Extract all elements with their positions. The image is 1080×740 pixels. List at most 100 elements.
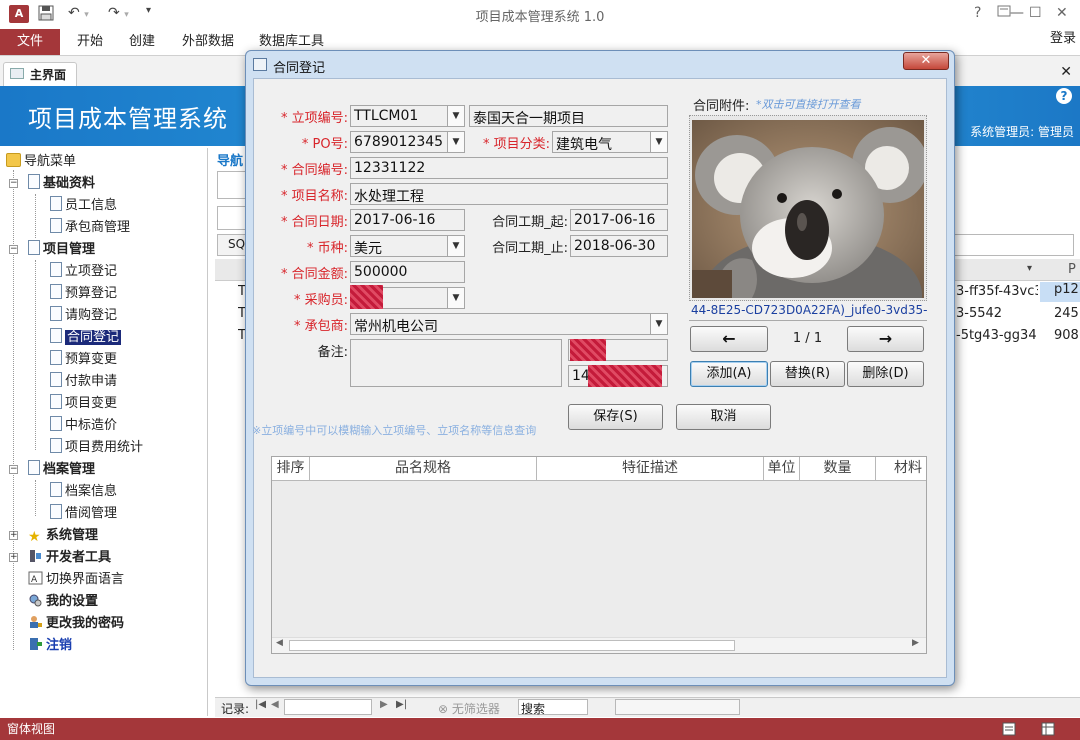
remark-field[interactable]: [350, 339, 562, 387]
delete-attachment-button[interactable]: 删除(D): [847, 361, 924, 387]
bg-cell[interactable]: 3-5542: [956, 306, 1038, 321]
bg-sql-button[interactable]: SQ: [217, 234, 247, 256]
record-number-field[interactable]: [284, 699, 372, 715]
cancel-button[interactable]: 取消: [676, 404, 771, 430]
bg-toolbar-button[interactable]: [217, 171, 247, 199]
attachment-hint: *双击可直接打开查看: [756, 98, 861, 111]
no-filter-button[interactable]: ⊗ 无筛选器: [438, 700, 500, 717]
contract-no-field[interactable]: 12331122: [350, 157, 668, 179]
form-view-icon[interactable]: [1002, 722, 1016, 740]
nav-item-bid-cost[interactable]: 中标造价: [50, 415, 117, 437]
period-start-field[interactable]: 2017-06-16: [570, 209, 668, 231]
grid-header-material[interactable]: 材料: [876, 457, 926, 481]
bg-cell[interactable]: 245: [1054, 306, 1079, 321]
nav-item-employee[interactable]: 员工信息: [50, 195, 117, 217]
scroll-right-icon[interactable]: ▶: [912, 638, 919, 648]
scroll-left-icon[interactable]: ◀: [276, 638, 283, 648]
nav-item-payment-request[interactable]: 付款申请: [50, 371, 117, 393]
nav-item-contract-register[interactable]: 合同登记: [50, 327, 122, 349]
chevron-down-icon[interactable]: ▼: [650, 132, 667, 152]
grid-header-unit[interactable]: 单位: [764, 457, 800, 481]
contractor-combo[interactable]: 常州机电公司 ▼: [350, 313, 668, 335]
period-end-label: 合同工期_止:: [492, 241, 568, 256]
close-window-icon[interactable]: ✕: [1056, 5, 1068, 21]
nav-group-system[interactable]: ★ 系统管理: [28, 525, 98, 547]
close-document-icon[interactable]: ✕: [1060, 64, 1072, 80]
nav-item-change-password[interactable]: 更改我的密码: [28, 613, 124, 635]
chevron-down-icon[interactable]: ▼: [447, 106, 464, 126]
expand-icon[interactable]: +: [9, 531, 18, 540]
bg-col-header[interactable]: P: [1068, 262, 1076, 277]
collapse-icon[interactable]: −: [9, 245, 18, 254]
scroll-thumb[interactable]: [289, 640, 735, 651]
first-record-icon[interactable]: |◀: [255, 699, 266, 710]
last-record-icon[interactable]: ▶|: [396, 699, 407, 710]
nav-group-basic[interactable]: 基础资料: [28, 173, 95, 195]
prev-attachment-button[interactable]: ←: [690, 326, 768, 352]
record-search-input[interactable]: 搜索: [518, 699, 588, 716]
nav-item-archive-info[interactable]: 档案信息: [50, 481, 117, 503]
tab-home[interactable]: 开始: [77, 29, 103, 55]
grid-header-spec[interactable]: 品名规格: [310, 457, 537, 481]
chevron-down-icon[interactable]: ▼: [650, 314, 667, 334]
nav-item-project-register[interactable]: 立项登记: [50, 261, 117, 283]
bg-sort-icon[interactable]: ▾: [1027, 263, 1032, 274]
next-record-icon[interactable]: ▶: [380, 699, 388, 710]
expand-icon[interactable]: +: [9, 553, 18, 562]
bg-cell[interactable]: -5tg43-gg34: [956, 328, 1038, 343]
tab-file[interactable]: 文件: [0, 29, 60, 55]
add-attachment-button[interactable]: 添加(A): [690, 361, 768, 387]
grid-header-seq[interactable]: 排序: [272, 457, 310, 481]
nav-item-logout[interactable]: 注销: [28, 635, 72, 657]
tab-create[interactable]: 创建: [129, 29, 155, 55]
chevron-down-icon[interactable]: ▼: [447, 132, 464, 152]
sign-in-link[interactable]: 登录: [1050, 29, 1076, 49]
currency-combo[interactable]: 美元 ▼: [350, 235, 465, 257]
chevron-down-icon[interactable]: ▼: [447, 288, 464, 308]
nav-item-project-change[interactable]: 项目变更: [50, 393, 117, 415]
period-start-label: 合同工期_起:: [492, 215, 568, 230]
contract-date-field[interactable]: 2017-06-16: [350, 209, 465, 231]
amount-field[interactable]: 500000: [350, 261, 465, 283]
tab-external-data[interactable]: 外部数据: [182, 29, 234, 55]
chevron-down-icon[interactable]: ▼: [447, 236, 464, 256]
help-icon[interactable]: ?: [974, 5, 981, 21]
minimize-icon[interactable]: —: [1004, 5, 1024, 21]
layout-view-icon[interactable]: [1041, 722, 1055, 740]
save-button[interactable]: 保存(S): [568, 404, 663, 430]
nav-group-project[interactable]: 项目管理: [28, 239, 95, 261]
next-attachment-button[interactable]: →: [847, 326, 924, 352]
grid-header-desc[interactable]: 特征描述: [537, 457, 764, 481]
nav-item-budget-register[interactable]: 预算登记: [50, 283, 117, 305]
replace-attachment-button[interactable]: 替换(R): [770, 361, 845, 387]
period-end-field[interactable]: 2018-06-30: [570, 235, 668, 257]
nav-item-purchase-register[interactable]: 请购登记: [50, 305, 117, 327]
bg-cell[interactable]: 3-ff35f-43vc3: [956, 284, 1038, 299]
dialog-close-button[interactable]: ✕: [903, 52, 949, 70]
nav-item-my-settings[interactable]: 我的设置: [28, 591, 98, 613]
nav-group-archive[interactable]: 档案管理: [28, 459, 95, 481]
bg-cell-selected[interactable]: p12: [1040, 282, 1080, 302]
nav-item-contractor-mgmt[interactable]: 承包商管理: [50, 217, 130, 239]
maximize-icon[interactable]: ☐: [1029, 5, 1042, 21]
collapse-icon[interactable]: −: [9, 465, 18, 474]
grid-header-qty[interactable]: 数量: [800, 457, 876, 481]
project-name-field[interactable]: 水处理工程: [350, 183, 668, 205]
collapse-icon[interactable]: −: [9, 179, 18, 188]
nav-item-budget-change[interactable]: 预算变更: [50, 349, 117, 371]
bg-cell[interactable]: 908: [1054, 328, 1079, 343]
prev-record-icon[interactable]: ◀: [271, 699, 279, 710]
bg-horizontal-scrollbar[interactable]: [615, 699, 740, 715]
nav-item-switch-language[interactable]: A 切换界面语言: [28, 569, 124, 591]
project-no-combo[interactable]: TTLCM01 ▼: [350, 105, 465, 127]
attachment-photo[interactable]: [692, 120, 924, 298]
category-combo[interactable]: 建筑电气 ▼: [552, 131, 668, 153]
nav-item-cost-statistics[interactable]: 项目费用统计: [50, 437, 143, 459]
banner-help-icon[interactable]: ?: [1056, 88, 1072, 104]
doc-tab-main[interactable]: 主界面: [3, 62, 77, 86]
bg-search-field[interactable]: [217, 206, 247, 230]
po-combo[interactable]: 6789012345 ▼: [350, 131, 465, 153]
bg-filter-field[interactable]: [948, 234, 1074, 256]
nav-item-borrow-mgmt[interactable]: 借阅管理: [50, 503, 117, 525]
nav-group-developer[interactable]: 开发者工具: [28, 547, 111, 569]
